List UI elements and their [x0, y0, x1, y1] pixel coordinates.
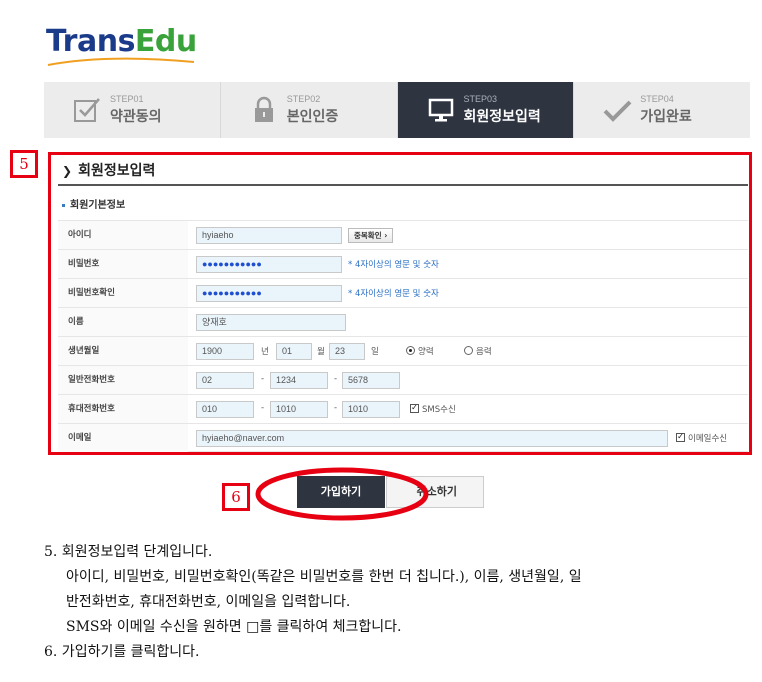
password-confirm-hint: * 4자이상의 영문 및 숫자 — [348, 289, 439, 299]
step-number: STEP04 — [640, 94, 674, 104]
instructions: 5. 회원정보입력 단계입니다. 아이디, 비밀번호, 비밀번호확인(똑같은 비… — [44, 540, 754, 665]
phone-part1-input[interactable]: 02 — [196, 372, 254, 389]
dash: - — [261, 403, 265, 413]
field-label: 휴대전화번호 — [58, 395, 188, 423]
password-dots: ●●●●●●●●●●● — [202, 288, 262, 298]
instruction-line: SMS와 이메일 수신을 원하면 □를 클릭하여 체크합니다. — [66, 619, 402, 635]
check-icon — [603, 100, 632, 122]
section-title: ❯ 회원정보입력 — [62, 160, 155, 180]
lunar-label: 음력 — [476, 347, 492, 357]
logo-swoosh-icon — [47, 57, 195, 66]
id-input[interactable]: hyiaeho — [196, 227, 342, 244]
step-label: 약관동의 — [110, 109, 162, 125]
mobile-part3-input[interactable]: 1010 — [342, 401, 400, 418]
field-label: 일반전화번호 — [58, 366, 188, 394]
solar-label: 양력 — [418, 347, 434, 357]
signup-steps-bar: STEP01 약관동의 STEP02 본인인증 STEP03 회원정보입력 ST… — [44, 82, 750, 138]
sms-checkbox[interactable]: ✓ — [410, 404, 419, 413]
dash: - — [334, 374, 338, 384]
step-number: STEP01 — [110, 94, 144, 104]
step-label: 회원정보입력 — [463, 109, 541, 125]
mobile-part1-input[interactable]: 010 — [196, 401, 254, 418]
step-complete: STEP04 가입완료 — [574, 82, 750, 138]
step-label: 가입완료 — [640, 109, 692, 125]
duplicate-check-button[interactable]: 중복확인 › — [348, 228, 394, 243]
phone-part3-input[interactable]: 5678 — [342, 372, 400, 389]
birth-month-input[interactable]: 01 — [276, 343, 312, 360]
step-agreement: STEP01 약관동의 — [44, 82, 221, 138]
email-receive-label: 이메일수신 — [688, 434, 728, 444]
subsection-title: 회원기본정보 — [62, 196, 125, 211]
section-divider — [58, 184, 748, 186]
bullet-icon — [62, 203, 65, 207]
phone-part2-input[interactable]: 1234 — [270, 372, 328, 389]
field-label: 비밀번호 — [58, 250, 188, 278]
instruction-line: 반전화번호, 휴대전화번호, 이메일을 입력합니다. — [66, 594, 351, 610]
step-member-info: STEP03 회원정보입력 — [397, 82, 575, 138]
password-hint: * 4자이상의 영문 및 숫자 — [348, 260, 439, 270]
field-label: 생년월일 — [58, 337, 188, 365]
form-row-birth: 생년월일 1900 년 01 월 23 일 양력 음력 — [58, 336, 748, 365]
section-title-text: 회원정보입력 — [78, 163, 156, 179]
email-receive-checkbox[interactable]: ✓ — [676, 433, 685, 442]
logo-text-edu: Edu — [134, 24, 197, 59]
birth-year-input[interactable]: 1900 — [196, 343, 254, 360]
day-unit: 일 — [371, 347, 379, 357]
step-label: 본인인증 — [286, 109, 339, 125]
step-verification: STEP02 본인인증 — [221, 82, 398, 138]
solar-radio[interactable] — [406, 346, 415, 355]
sms-label: SMS수신 — [422, 405, 456, 415]
password-dots: ●●●●●●●●●●● — [202, 259, 262, 269]
annotation-badge-6: 6 — [222, 483, 250, 511]
subsection-title-text: 회원기본정보 — [70, 200, 126, 211]
field-label: 이름 — [58, 308, 188, 336]
dash: - — [261, 374, 265, 384]
form-row-id: 아이디 hyiaeho 중복확인 › — [58, 220, 748, 249]
form-row-password: 비밀번호 ●●●●●●●●●●● * 4자이상의 영문 및 숫자 — [58, 249, 748, 278]
step-number: STEP02 — [286, 94, 321, 104]
annotation-badge-5: 5 — [10, 150, 38, 178]
field-label: 아이디 — [58, 221, 188, 249]
year-unit: 년 — [261, 347, 269, 357]
form-row-name: 이름 양재호 — [58, 307, 748, 336]
dash: - — [334, 403, 338, 413]
lock-icon — [254, 96, 273, 122]
month-unit: 월 — [317, 347, 325, 357]
checkbox-icon — [74, 98, 100, 122]
form-row-phone: 일반전화번호 02 - 1234 - 5678 — [58, 365, 748, 394]
chevron-right-icon: ❯ — [62, 164, 73, 178]
field-label: 이메일 — [58, 424, 188, 452]
member-info-form: 아이디 hyiaeho 중복확인 › 비밀번호 ●●●●●●●●●●● * 4자… — [58, 220, 748, 452]
transedu-logo[interactable]: TransEdu — [46, 24, 197, 59]
monitor-icon — [428, 98, 453, 122]
logo-text-trans: Trans — [46, 24, 135, 59]
instruction-line: 6. 가입하기를 클릭합니다. — [44, 644, 200, 660]
password-confirm-input[interactable]: ●●●●●●●●●●● — [196, 285, 342, 302]
email-input[interactable]: hyiaeho@naver.com — [196, 430, 668, 447]
instruction-line: 5. 회원정보입력 단계입니다. — [44, 544, 213, 560]
field-label: 비밀번호확인 — [58, 279, 188, 307]
form-row-password-confirm: 비밀번호확인 ●●●●●●●●●●● * 4자이상의 영문 및 숫자 — [58, 278, 748, 307]
join-button[interactable]: 가입하기 — [297, 476, 385, 508]
form-row-email: 이메일 hyiaeho@naver.com ✓ 이메일수신 — [58, 423, 748, 452]
instruction-line: 아이디, 비밀번호, 비밀번호확인(똑같은 비밀번호를 한번 더 칩니다.), … — [66, 569, 582, 585]
birth-day-input[interactable]: 23 — [329, 343, 365, 360]
name-input[interactable]: 양재호 — [196, 314, 346, 331]
password-input[interactable]: ●●●●●●●●●●● — [196, 256, 342, 273]
cancel-button[interactable]: 취소하기 — [386, 476, 484, 508]
step-number: STEP03 — [463, 94, 498, 104]
mobile-part2-input[interactable]: 1010 — [270, 401, 328, 418]
lunar-radio[interactable] — [464, 346, 473, 355]
form-row-mobile: 휴대전화번호 010 - 1010 - 1010 ✓ SMS수신 — [58, 394, 748, 423]
